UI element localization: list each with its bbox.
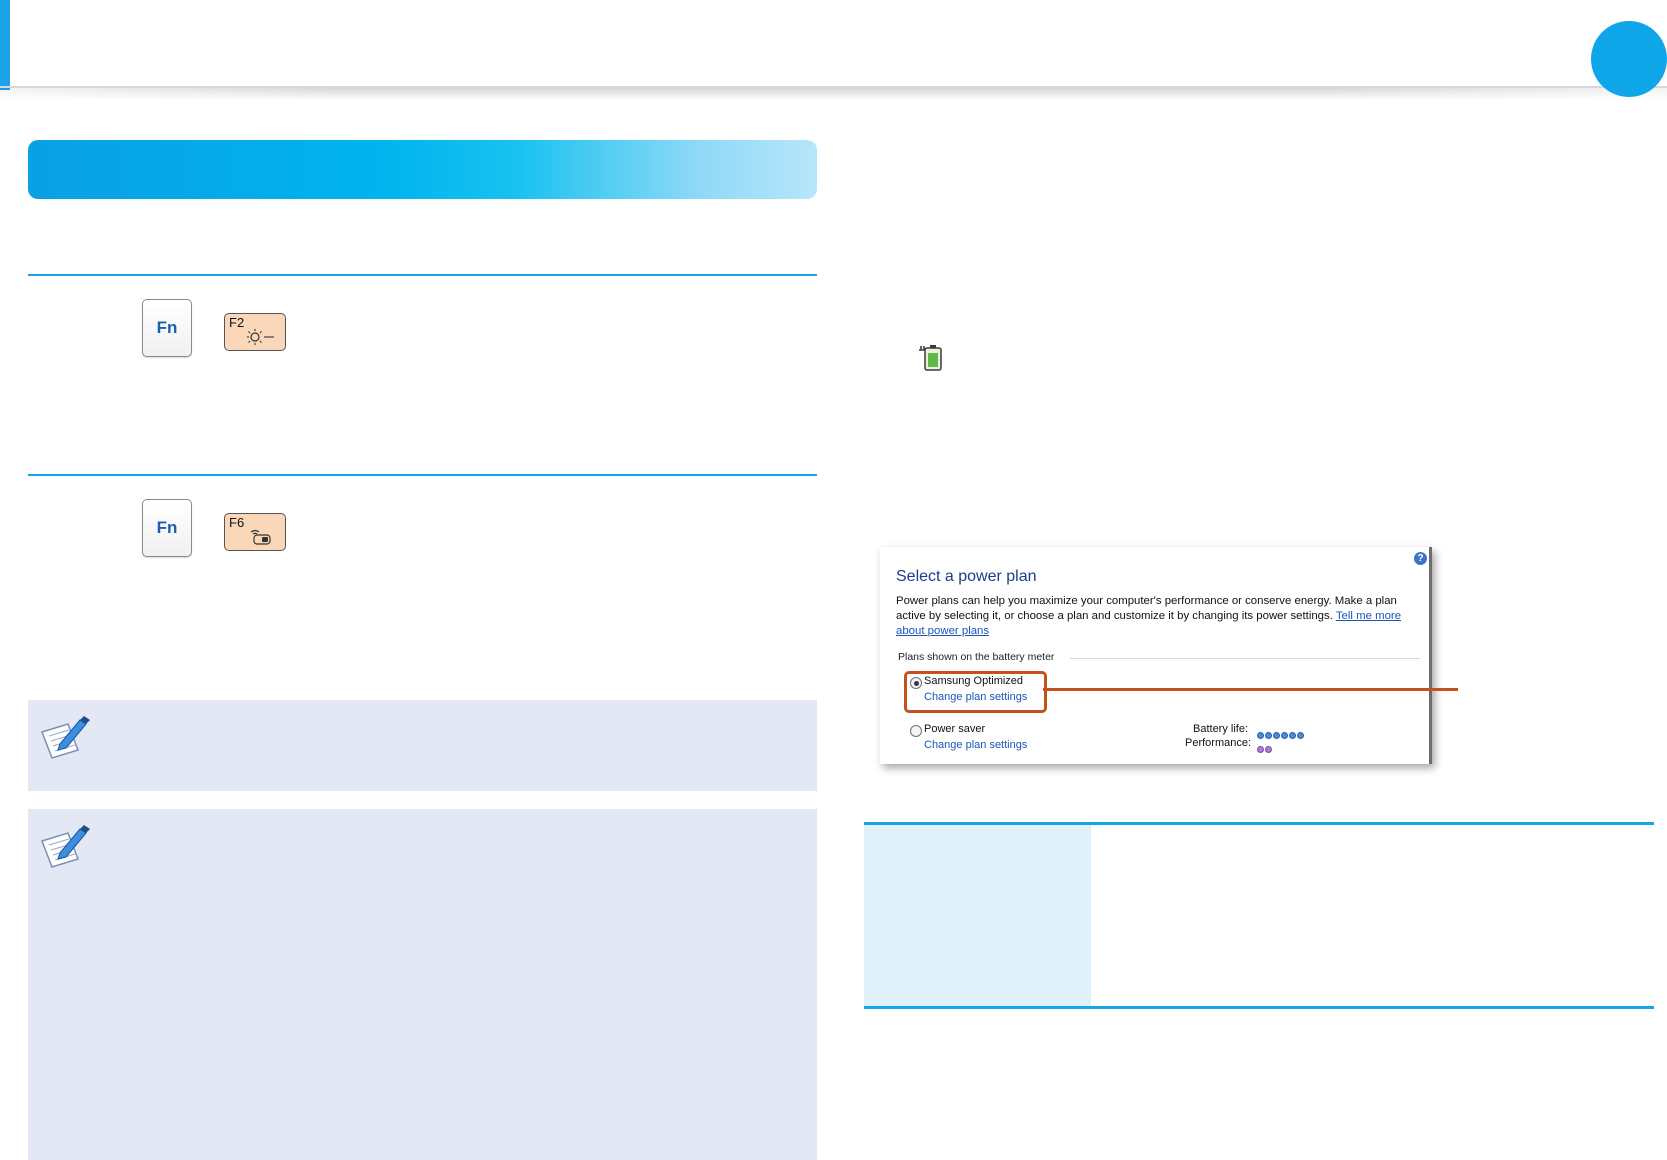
note-box bbox=[28, 700, 817, 791]
f2-key-label: F2 bbox=[229, 315, 245, 330]
section-divider bbox=[28, 474, 817, 476]
fn-key: Fn bbox=[142, 299, 192, 357]
sun-minus-icon bbox=[247, 329, 274, 345]
note-pencil-icon bbox=[41, 716, 90, 759]
wireless-toggle-icon bbox=[250, 529, 271, 545]
change-plan-settings-link[interactable]: Change plan settings bbox=[924, 739, 1027, 751]
rating-dot bbox=[1265, 732, 1272, 739]
battery-plug-icon bbox=[919, 345, 942, 371]
table-header-cell bbox=[864, 825, 1091, 1006]
fn-key-label: Fn bbox=[156, 518, 178, 537]
rating-dot bbox=[1273, 732, 1280, 739]
plans-group-divider bbox=[1070, 658, 1420, 659]
fn-key: Fn bbox=[142, 499, 192, 557]
rating-dot bbox=[1257, 746, 1264, 753]
performance-rating bbox=[1257, 740, 1273, 753]
f6-key-label: F6 bbox=[229, 515, 245, 530]
question-mark-icon[interactable]: ? bbox=[1414, 552, 1427, 565]
battery-life-label: Battery life: bbox=[1193, 723, 1249, 735]
battery-life-rating bbox=[1257, 726, 1305, 739]
rating-dot bbox=[1257, 732, 1264, 739]
wireless-key: F6 bbox=[224, 513, 286, 551]
plans-group-label: Plans shown on the battery meter bbox=[898, 651, 1055, 663]
note-pencil-icon bbox=[41, 825, 90, 868]
brightness-down-key: F2 bbox=[224, 313, 286, 351]
header-divider bbox=[0, 86, 1667, 88]
selected-plan-highlight bbox=[904, 671, 1047, 713]
power-plan-description: Power plans can help you maximize your c… bbox=[896, 594, 1426, 639]
chapter-badge bbox=[1591, 21, 1667, 97]
note-box bbox=[28, 809, 817, 1160]
performance-label: Performance: bbox=[1185, 737, 1252, 749]
power-saver-radio[interactable] bbox=[910, 725, 922, 737]
rating-dot bbox=[1265, 746, 1272, 753]
rating-dot bbox=[1297, 732, 1304, 739]
callout-line bbox=[1043, 688, 1458, 691]
power-plan-description-text: Power plans can help you maximize your c… bbox=[896, 595, 1397, 622]
table-bottom-rule bbox=[864, 1006, 1654, 1009]
fn-key-label: Fn bbox=[156, 318, 178, 337]
power-plan-title: Select a power plan bbox=[896, 568, 1037, 585]
rating-dot bbox=[1289, 732, 1296, 739]
header-shadow bbox=[0, 86, 1667, 104]
section-title-banner bbox=[28, 140, 817, 199]
header-accent-bar bbox=[0, 0, 10, 90]
section-divider bbox=[28, 274, 817, 276]
rating-dot bbox=[1281, 732, 1288, 739]
plan-name[interactable]: Power saver bbox=[924, 723, 985, 735]
